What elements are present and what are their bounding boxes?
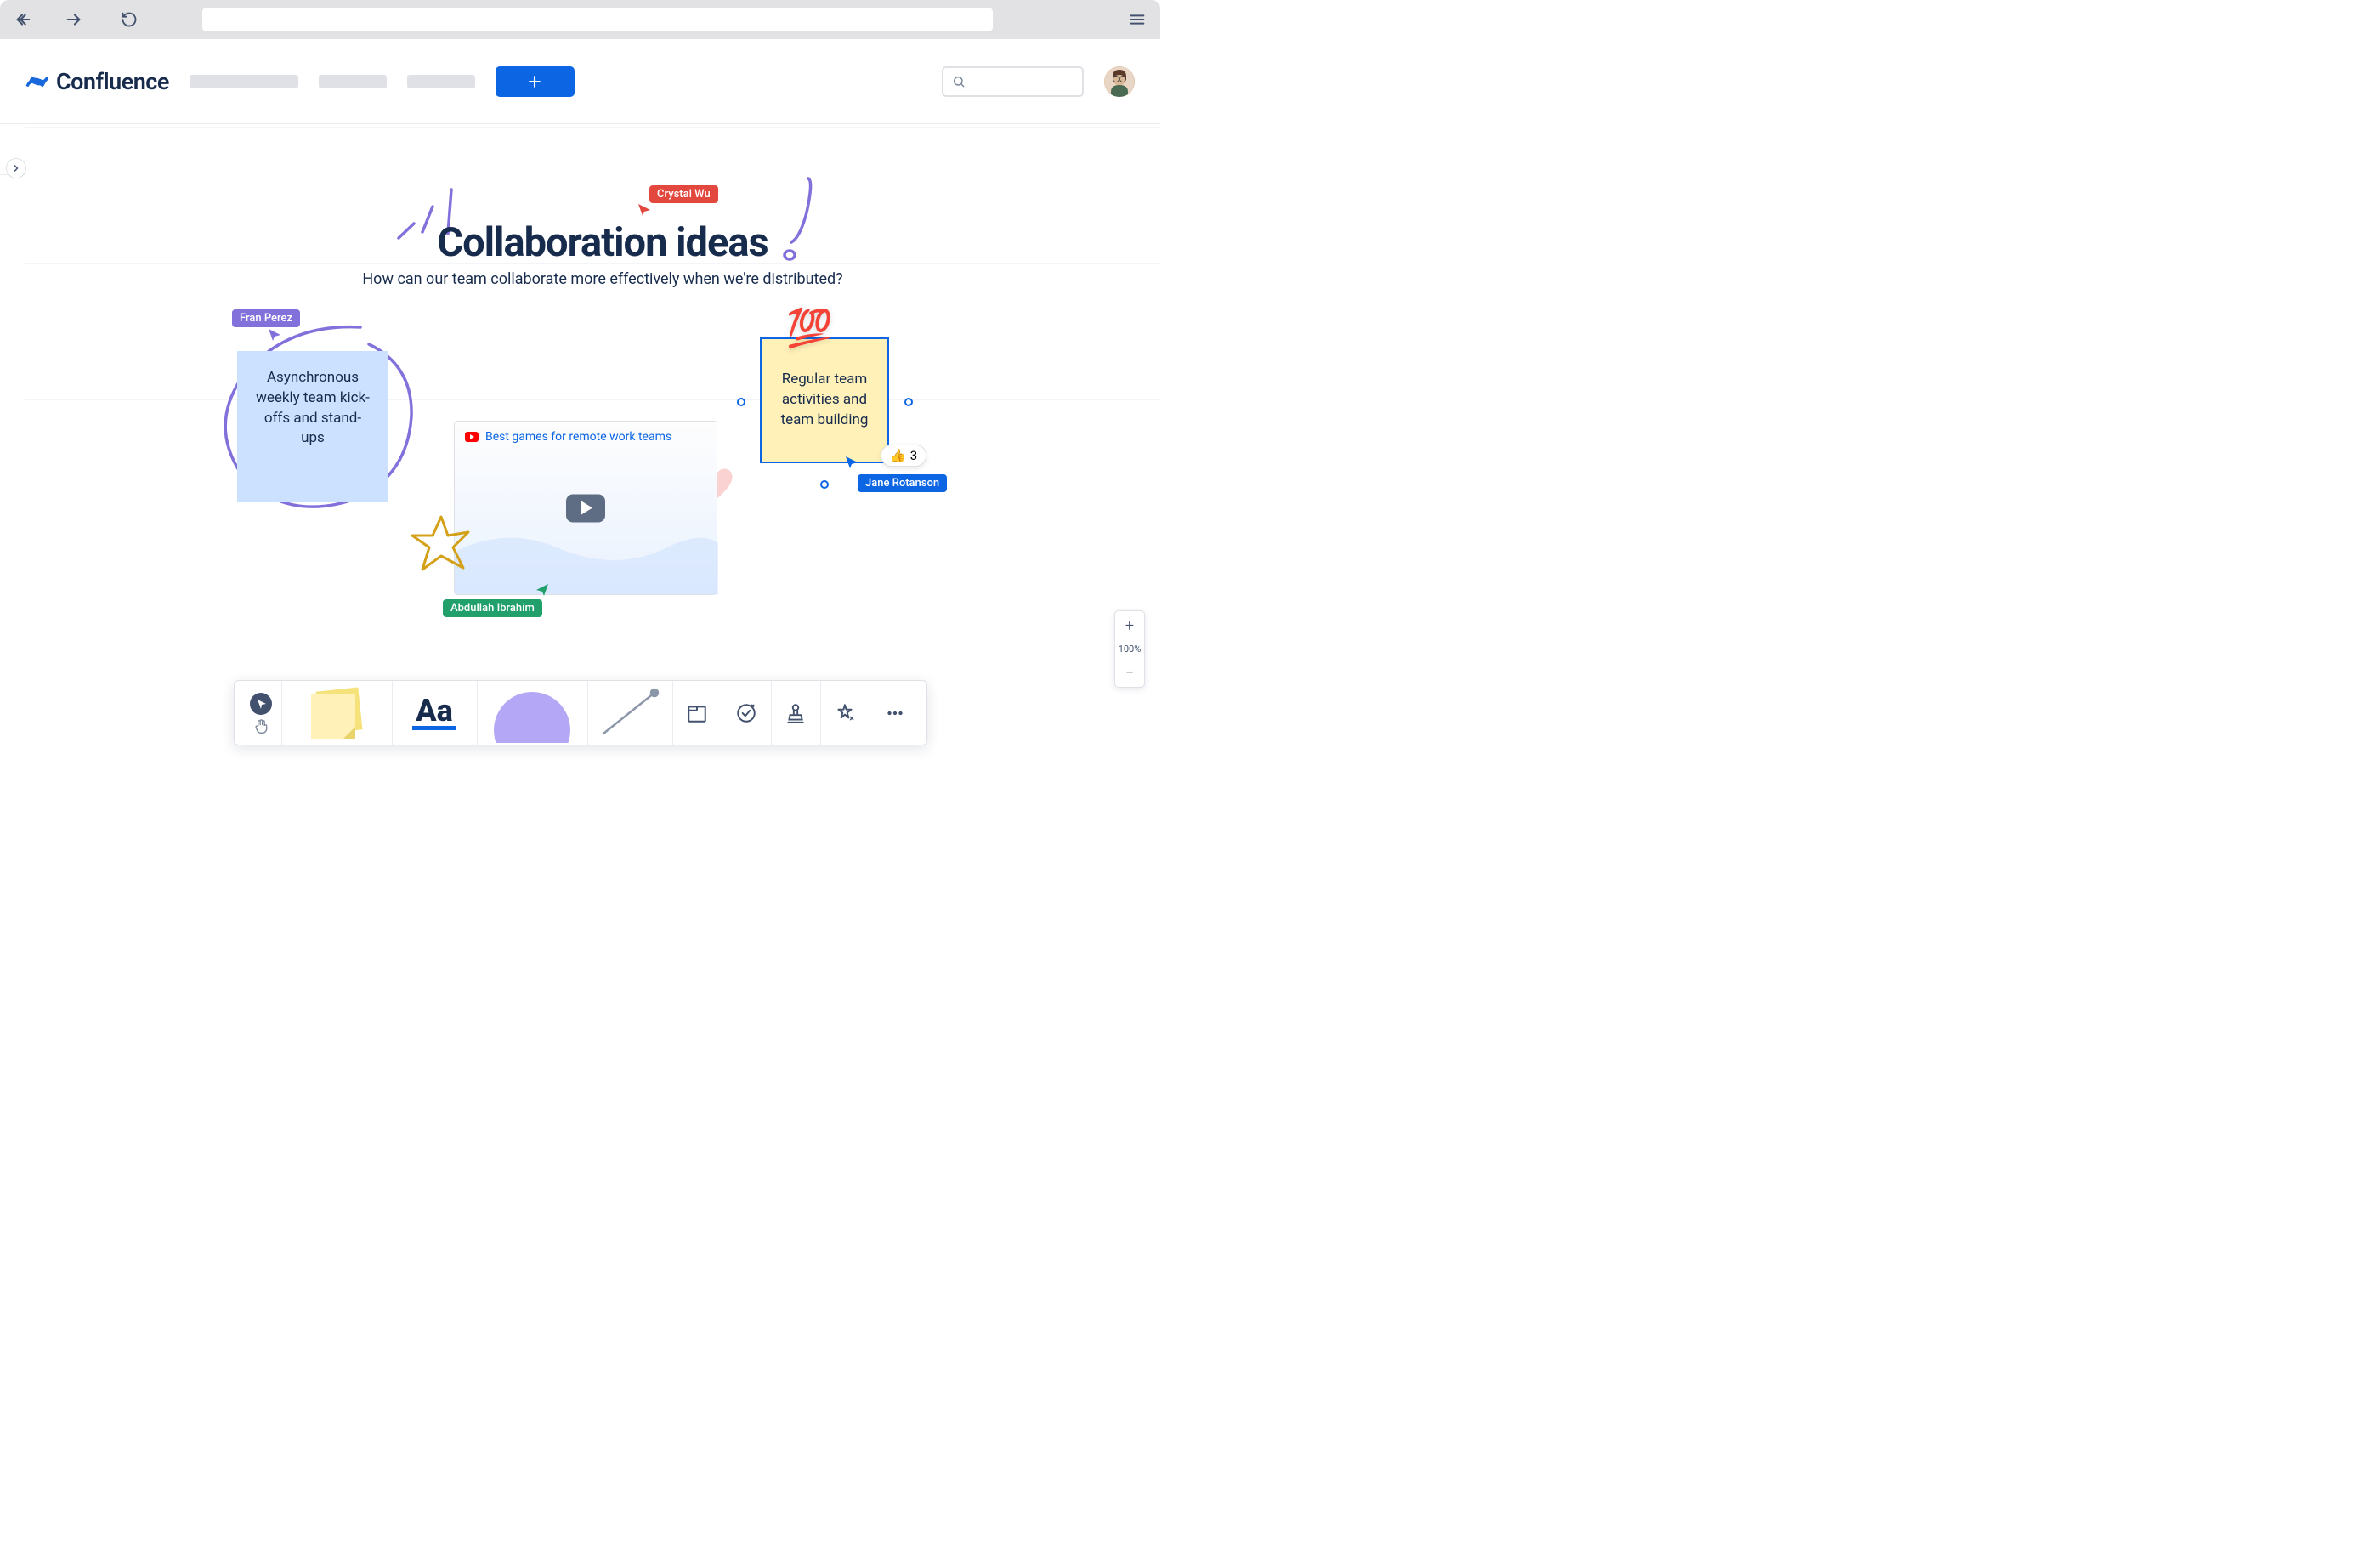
grid-line — [93, 128, 94, 762]
tool-line[interactable] — [588, 681, 673, 745]
whiteboard-canvas[interactable]: Collaboration ideas How can our team col… — [25, 128, 1160, 762]
sticky-note-activities[interactable]: Regular team activities and team buildin… — [760, 337, 889, 463]
cursor-pointer-jane — [844, 455, 859, 470]
video-wave-bg — [455, 518, 718, 594]
cursor-pointer-crystal — [637, 202, 652, 218]
tool-sticker[interactable] — [821, 681, 870, 745]
whiteboard-toolbar: Aa — [234, 680, 927, 745]
tool-smart-link[interactable] — [722, 681, 772, 745]
hand-icon — [252, 717, 269, 734]
cursor-pointer-abdullah — [535, 582, 550, 598]
sticky-note-icon — [299, 686, 374, 740]
sticky-text: Asynchronous weekly team kick-offs and s… — [256, 369, 370, 446]
text-icon: Aa — [412, 695, 456, 730]
browser-menu-button[interactable] — [1128, 10, 1147, 29]
tool-more[interactable] — [870, 681, 920, 745]
confluence-logo[interactable]: Confluence — [26, 68, 169, 95]
app-header: Confluence — [0, 39, 1160, 124]
tool-stamp[interactable] — [772, 681, 821, 745]
board-subtitle[interactable]: How can our team collaborate more effect… — [263, 270, 943, 288]
browser-forward-button[interactable] — [65, 10, 83, 29]
nav-placeholder-2[interactable] — [319, 75, 387, 88]
browser-chrome — [0, 0, 1160, 39]
zoom-controls: + 100% − — [1114, 610, 1145, 688]
selection-handle[interactable] — [737, 398, 745, 406]
stamp-icon — [785, 702, 807, 724]
section-icon — [686, 702, 708, 724]
nav-placeholder-3[interactable] — [407, 75, 475, 88]
sticker-icon — [834, 702, 856, 724]
video-header: Best games for remote work teams — [455, 422, 717, 452]
cursor-tag-jane: Jane Rotanson — [858, 474, 947, 492]
grid-line — [1045, 128, 1046, 762]
board-title[interactable]: Collaboration ideas — [305, 219, 900, 266]
search-input[interactable] — [942, 66, 1084, 97]
pointer-icon — [249, 692, 273, 716]
confluence-icon — [26, 70, 49, 94]
smart-link-icon — [735, 702, 757, 724]
cursor-tag-abdullah: Abdullah Ibrahim — [443, 599, 542, 617]
tool-text[interactable]: Aa — [393, 681, 478, 745]
create-button[interactable] — [496, 66, 575, 97]
zoom-level[interactable]: 100% — [1119, 640, 1142, 658]
tool-pointer-hand[interactable] — [241, 681, 282, 745]
video-embed[interactable]: Best games for remote work teams — [454, 421, 717, 595]
zoom-out-button[interactable]: − — [1115, 658, 1144, 687]
more-icon — [884, 702, 906, 724]
zoom-in-button[interactable]: + — [1115, 611, 1144, 640]
line-icon — [597, 686, 663, 740]
video-title: Best games for remote work teams — [485, 430, 672, 444]
hundred-emoji-sticker[interactable]: 💯 — [786, 306, 833, 350]
selection-handle[interactable] — [820, 480, 829, 489]
video-play-button[interactable] — [566, 494, 605, 522]
youtube-icon — [465, 432, 479, 442]
nav-placeholder-1[interactable] — [190, 75, 298, 88]
thumbs-up-icon: 👍 — [890, 448, 906, 463]
tool-section[interactable] — [673, 681, 722, 745]
browser-back-button[interactable] — [14, 10, 32, 29]
shape-icon — [494, 683, 570, 743]
search-icon — [952, 75, 966, 88]
tool-sticky-note[interactable] — [282, 681, 393, 745]
sticky-text: Regular team activities and team buildin… — [779, 370, 870, 430]
cursor-tag-crystal: Crystal Wu — [649, 185, 718, 203]
tool-shape[interactable] — [478, 681, 588, 745]
browser-refresh-button[interactable] — [121, 11, 138, 28]
sticky-note-async[interactable]: Asynchronous weekly team kick-offs and s… — [237, 351, 388, 502]
sidebar-expand-button[interactable] — [6, 158, 26, 178]
selection-handle[interactable] — [904, 398, 913, 406]
logo-text: Confluence — [56, 68, 169, 95]
reaction-badge[interactable]: 👍 3 — [881, 445, 926, 467]
reaction-count: 3 — [910, 448, 917, 463]
star-doodle — [407, 510, 475, 578]
user-avatar[interactable] — [1104, 66, 1135, 97]
url-bar[interactable] — [202, 8, 993, 31]
